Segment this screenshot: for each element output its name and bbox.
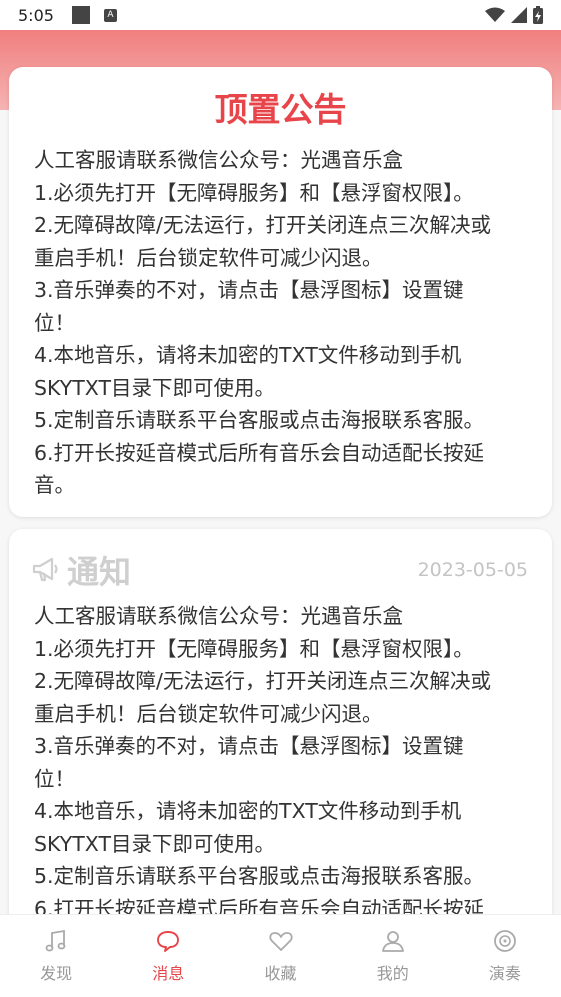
notice-card[interactable]: 通知 2023-05-05 人工客服请联系微信公众号：光遇音乐盒 1.必须先打开…: [9, 529, 552, 914]
pinned-line: SKYTXT目录下即可使用。: [34, 375, 275, 400]
notice-line: 重启手机！后台锁定软件可减少闪退。: [34, 701, 383, 726]
wifi-icon: [485, 7, 505, 22]
pinned-line: 6.打开长按延音模式后所有音乐会自动适配长按延: [34, 440, 485, 465]
signal-icon: [511, 7, 527, 23]
pinned-line: 人工客服请联系微信公众号：光遇音乐盒: [34, 148, 403, 172]
notice-line: 2.无障碍故障/无法运行，打开关闭连点三次解决或: [34, 669, 491, 693]
notice-body: 人工客服请联系微信公众号：光遇音乐盒 1.必须先打开【无障碍服务】和【悬浮窗权限…: [34, 600, 534, 914]
notice-header: 通知 2023-05-05: [31, 549, 528, 591]
chat-bubble-icon: [157, 931, 180, 952]
notice-line: SKYTXT目录下即可使用。: [34, 831, 275, 856]
pinned-line: 重启手机！后台锁定软件可减少闪退。: [34, 245, 383, 270]
notice-line: 4.本地音乐，请将未加密的TXT文件移动到手机: [34, 799, 462, 823]
tab-label: 发现: [40, 964, 73, 983]
tab-messages[interactable]: 消息: [112, 915, 224, 997]
pinned-line: 3.音乐弹奏的不对，请点击【悬浮图标】设置键: [34, 278, 464, 302]
notice-line: 6.打开长按延音模式后所有音乐会自动适配长按延: [34, 896, 485, 915]
status-bar: 5:05 A: [0, 0, 561, 30]
a-notification-icon: A: [103, 8, 117, 22]
battery-charging-icon: [533, 6, 543, 24]
message-content[interactable]: 顶置公告 人工客服请联系微信公众号：光遇音乐盒 1.必须先打开【无障碍服务】和【…: [0, 30, 561, 914]
tab-label: 收藏: [264, 964, 297, 983]
heart-icon: [268, 932, 293, 951]
notice-title: 通知: [67, 553, 132, 591]
notice-line: 1.必须先打开【无障碍服务】和【悬浮窗权限】。: [34, 636, 474, 661]
notice-line: 位！: [34, 766, 75, 791]
megaphone-icon: [32, 557, 58, 582]
music-note-icon: [45, 929, 66, 952]
pinned-line: 1.必须先打开【无障碍服务】和【悬浮窗权限】。: [34, 180, 474, 205]
user-icon: [381, 931, 404, 952]
pinned-line: 位！: [34, 310, 75, 335]
notice-line: 5.定制音乐请联系平台客服或点击海报联系客服。: [34, 864, 485, 888]
tab-label: 演奏: [488, 964, 521, 983]
pinned-line: 音。: [34, 473, 75, 497]
tab-perform[interactable]: 演奏: [449, 915, 561, 997]
disc-icon: [494, 930, 516, 952]
tab-label: 消息: [152, 964, 185, 983]
bottom-tab-bar: 发现 消息 收藏 我的 演奏: [0, 914, 561, 997]
tab-label: 我的: [376, 964, 409, 983]
status-time: 5:05: [18, 5, 54, 25]
pinned-line: 2.无障碍故障/无法运行，打开关闭连点三次解决或: [34, 213, 491, 237]
tab-mine[interactable]: 我的: [337, 915, 449, 997]
status-icons: [485, 6, 543, 24]
pinned-announcement-card: 顶置公告 人工客服请联系微信公众号：光遇音乐盒 1.必须先打开【无障碍服务】和【…: [9, 67, 552, 517]
pinned-line: 4.本地音乐，请将未加密的TXT文件移动到手机: [34, 343, 462, 367]
notice-line: 3.音乐弹奏的不对，请点击【悬浮图标】设置键: [34, 734, 464, 758]
tab-favorites[interactable]: 收藏: [224, 915, 336, 997]
pinned-line: 5.定制音乐请联系平台客服或点击海报联系客服。: [34, 408, 485, 432]
tab-discover[interactable]: 发现: [0, 915, 112, 997]
pinned-title: 顶置公告: [214, 90, 347, 129]
notice-date: 2023-05-05: [417, 559, 528, 581]
pinned-body: 人工客服请联系微信公众号：光遇音乐盒 1.必须先打开【无障碍服务】和【悬浮窗权限…: [34, 144, 534, 502]
notice-line: 人工客服请联系微信公众号：光遇音乐盒: [34, 604, 403, 628]
square-notification-icon: [71, 6, 90, 24]
